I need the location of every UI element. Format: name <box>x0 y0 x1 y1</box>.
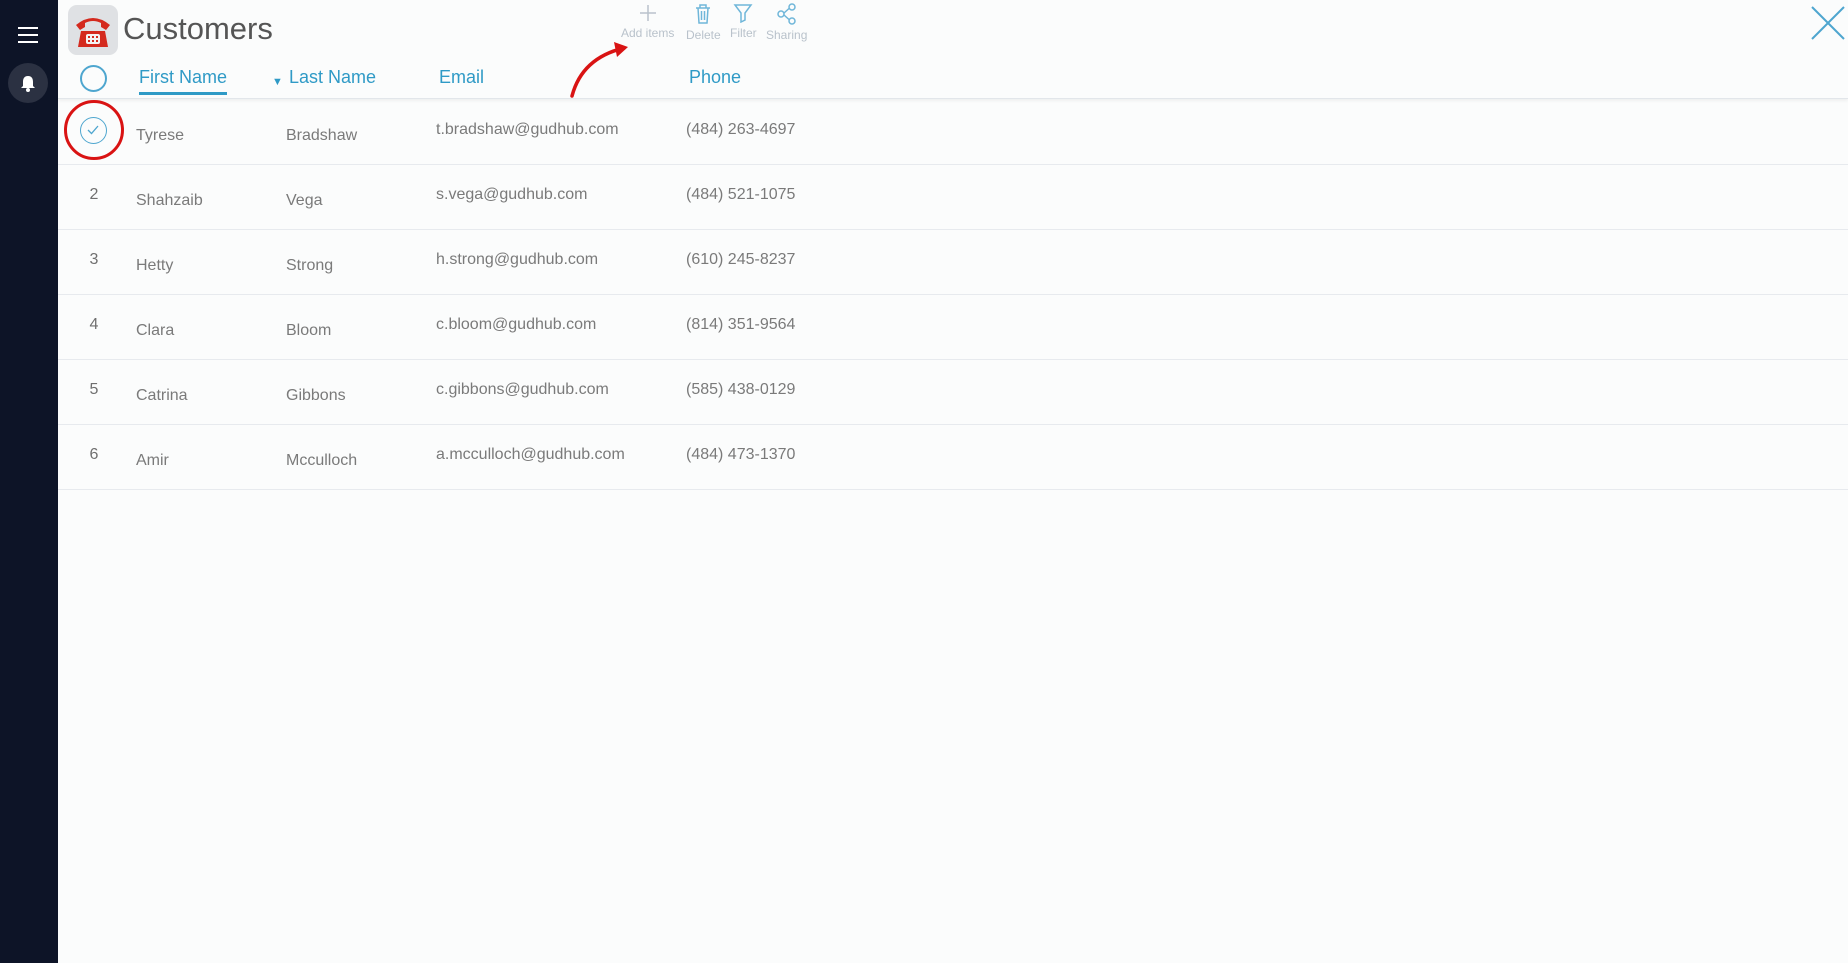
table-row[interactable]: 3 Hetty Strong h.strong@gudhub.com (610) 245… <box>58 230 1848 295</box>
table-row[interactable]: 6 Amir Mcculloch a.mcculloch@gudhub.com (484… <box>58 425 1848 490</box>
cell-phone: (484) 473-1370 <box>686 446 796 463</box>
cell-email: s.vega@gudhub.com <box>436 186 588 203</box>
cell-last-name: Bloom <box>286 322 332 339</box>
cell-phone: (814) 351-9564 <box>686 316 796 333</box>
cell-last-name: Vega <box>286 192 323 209</box>
table-row[interactable]: 4 Clara Bloom c.bloom@gudhub.com (814) 351-9… <box>58 295 1848 360</box>
cell-phone: (484) 263-4697 <box>686 121 796 138</box>
sort-down-icon[interactable]: ▼ <box>272 76 283 88</box>
column-header-phone[interactable]: Phone <box>689 67 741 88</box>
close-button[interactable] <box>1808 3 1848 43</box>
cell-phone: (585) 438-0129 <box>686 381 796 398</box>
cell-first-name: Shahzaib <box>136 192 203 209</box>
cell-first-name: Hetty <box>136 257 174 274</box>
cell-first-name: Clara <box>136 322 175 339</box>
delete-button[interactable]: Delete <box>686 3 721 42</box>
filter-icon <box>733 4 753 23</box>
row-number: 5 <box>89 381 99 398</box>
cell-email: t.bradshaw@gudhub.com <box>436 121 619 138</box>
row-number: 4 <box>89 316 99 333</box>
cell-email: c.bloom@gudhub.com <box>436 316 597 333</box>
cell-first-name: Amir <box>136 452 169 469</box>
cell-last-name: Bradshaw <box>286 127 358 144</box>
notifications-button[interactable] <box>8 63 48 103</box>
table-row[interactable]: 2 Shahzaib Vega s.vega@gudhub.com (484) 521-… <box>58 165 1848 230</box>
bell-icon <box>21 76 35 92</box>
row-checkbox[interactable] <box>80 117 107 144</box>
main-panel: Customers Add items Delete Filter Sharin… <box>58 0 1848 963</box>
table-header: First Name ▼ Last Name Email Phone <box>58 58 1848 99</box>
cell-email: h.strong@gudhub.com <box>436 251 599 268</box>
row-number: 6 <box>89 446 99 463</box>
share-icon <box>776 3 796 25</box>
page-title: Customers <box>123 11 273 46</box>
cell-phone: (484) 521-1075 <box>686 186 796 203</box>
add-items-button[interactable]: Add items <box>621 3 674 40</box>
row-number: 2 <box>89 186 99 203</box>
sharing-label: Sharing <box>766 28 808 42</box>
column-header-last-name[interactable]: Last Name <box>289 67 376 88</box>
table-row[interactable]: 5 Catrina Gibbons c.gibbons@gudhub.com (585)… <box>58 360 1848 425</box>
cell-phone: (610) 245-8237 <box>686 251 796 268</box>
cell-email: a.mcculloch@gudhub.com <box>436 446 625 463</box>
hamburger-menu-icon[interactable] <box>18 27 38 43</box>
cell-first-name: Tyrese <box>136 127 185 144</box>
telephone-icon <box>68 5 118 55</box>
close-icon <box>1811 6 1845 40</box>
row-number: 3 <box>89 251 99 268</box>
cell-last-name: Strong <box>286 257 334 274</box>
sidebar <box>0 0 58 963</box>
cell-last-name: Gibbons <box>286 387 346 404</box>
cell-email: c.gibbons@gudhub.com <box>436 381 609 398</box>
add-items-label: Add items <box>621 26 675 40</box>
column-header-first-name[interactable]: First Name <box>139 67 228 95</box>
trash-icon <box>696 4 711 24</box>
sharing-button[interactable]: Sharing <box>766 3 807 42</box>
cell-first-name: Catrina <box>136 387 188 404</box>
table-row[interactable]: Tyrese Bradshaw t.bradshaw@gudhub.com (484)… <box>58 100 1848 165</box>
cell-last-name: Mcculloch <box>286 452 358 469</box>
delete-label: Delete <box>686 28 721 42</box>
filter-label: Filter <box>730 26 757 40</box>
select-all-checkbox[interactable] <box>80 65 107 92</box>
filter-button[interactable]: Filter <box>730 3 757 40</box>
checkmark-icon <box>87 125 99 135</box>
plus-icon <box>639 5 656 21</box>
column-header-email[interactable]: Email <box>439 67 484 88</box>
